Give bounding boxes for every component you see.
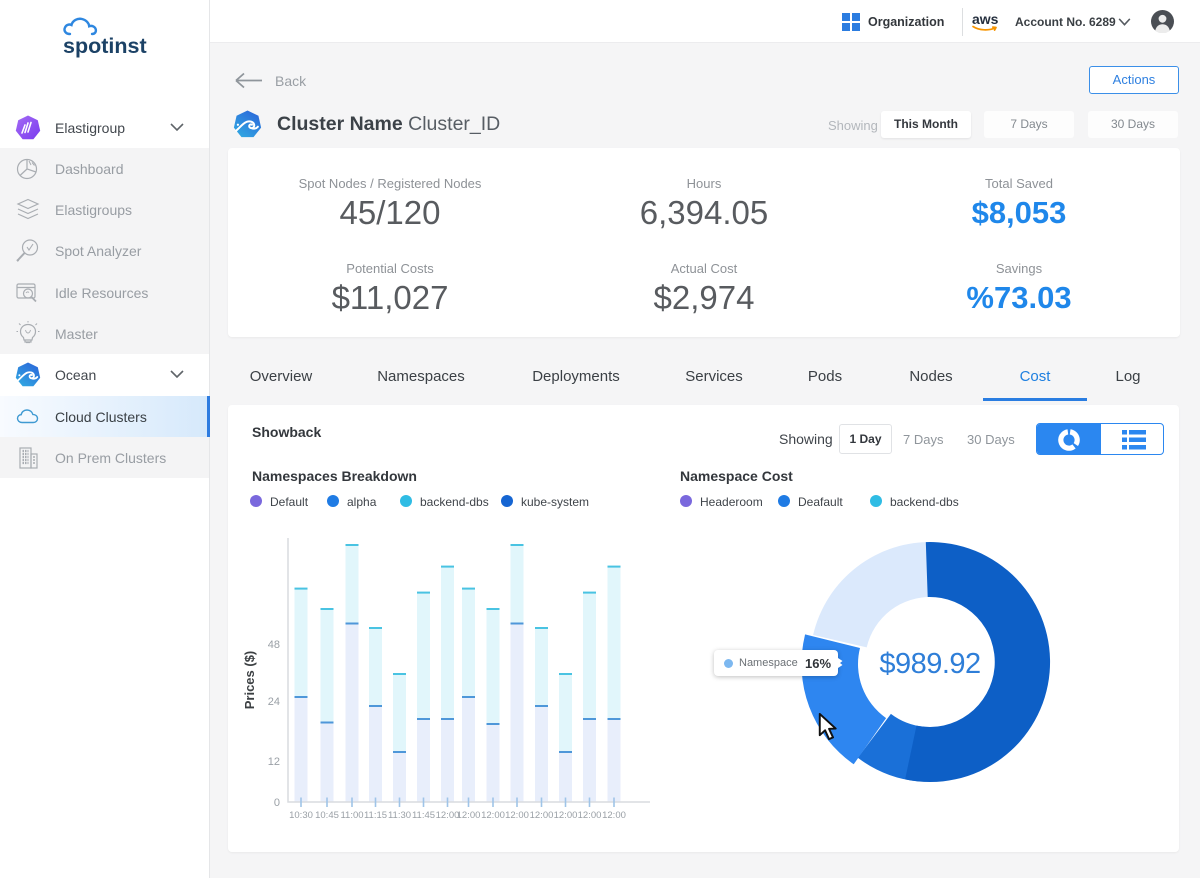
svg-text:12:00: 12:00 [554, 810, 578, 821]
svg-text:10:45: 10:45 [315, 810, 339, 821]
svg-text:12:00: 12:00 [602, 810, 626, 821]
svg-text:12:00: 12:00 [530, 810, 554, 821]
svg-text:12: 12 [268, 756, 280, 768]
svg-text:24: 24 [268, 696, 280, 708]
svg-text:12:00: 12:00 [578, 810, 602, 821]
svg-text:spotinst: spotinst [63, 34, 147, 58]
svg-text:11:00: 11:00 [340, 810, 363, 821]
svg-text:aws: aws [972, 11, 999, 27]
svg-text:11:30: 11:30 [388, 810, 411, 821]
svg-text:11:15: 11:15 [364, 810, 387, 821]
svg-text:12:00: 12:00 [505, 810, 529, 821]
svg-text:0: 0 [274, 797, 280, 809]
svg-text:11:45: 11:45 [412, 810, 435, 821]
svg-text:12:00: 12:00 [457, 810, 481, 821]
svg-text:48: 48 [268, 639, 280, 651]
svg-text:12:00: 12:00 [481, 810, 505, 821]
svg-text:Prices ($): Prices ($) [242, 651, 257, 710]
svg-text:10:30: 10:30 [289, 810, 313, 821]
